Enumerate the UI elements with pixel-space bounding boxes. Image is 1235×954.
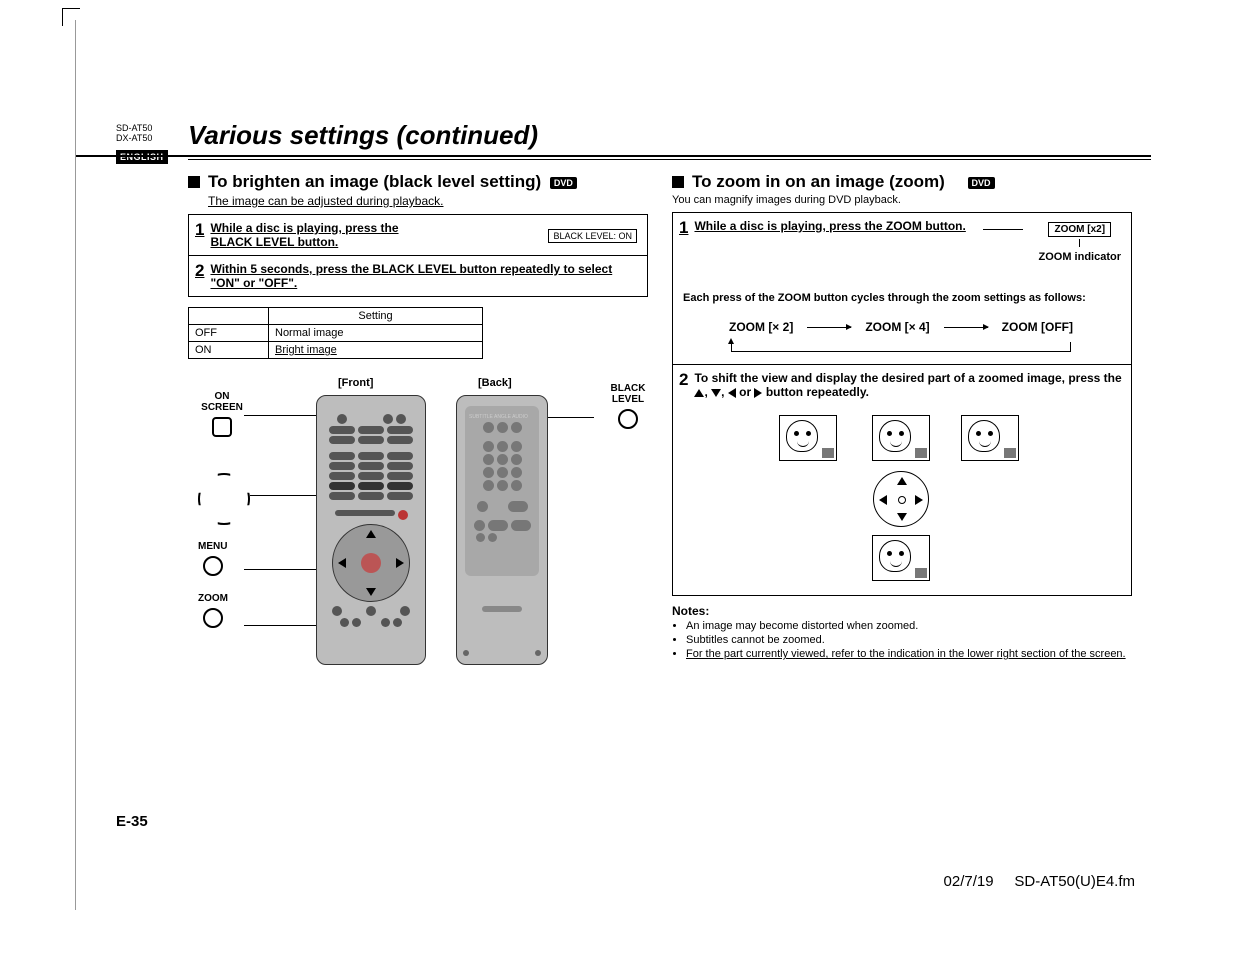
zoom-steps: 1 While a disc is playing, press the ZOO…	[672, 212, 1132, 596]
remote-front	[316, 395, 426, 665]
cycle-c: ZOOM [OFF]	[1002, 320, 1073, 334]
heading-text: To zoom in on an image (zoom)	[692, 172, 945, 191]
notes-list: An image may become distorted when zoome…	[674, 620, 1132, 660]
square-bullet-icon	[672, 176, 684, 188]
zoom-indicator-box: ZOOM [x2]	[1048, 222, 1111, 237]
footer: 02/7/19 SD-AT50(U)E4.fm	[944, 873, 1135, 890]
settings-header: Setting	[269, 308, 483, 325]
step-number: 2	[195, 262, 204, 279]
section-heading-zoom: To zoom in on an image (zoom) DVD	[672, 172, 1132, 192]
manual-page: SD-AT50 DX-AT50 ENGLISH Various settings…	[75, 20, 1175, 910]
zoom-step-1-text: While a disc is playing, press the ZOOM …	[694, 219, 994, 236]
dpad-center-icon	[873, 471, 929, 527]
thumb-right	[961, 415, 1019, 461]
black-level-steps: 1 While a disc is playing, press the BLA…	[188, 214, 648, 297]
square-bullet-icon	[188, 176, 200, 188]
table-row: OFF Normal image	[189, 325, 483, 342]
page-number: E-35	[116, 813, 148, 830]
step-1-text: While a disc is playing, press the BLACK…	[210, 221, 440, 249]
thumb-up	[872, 415, 930, 461]
on-screen-button-icon	[212, 417, 232, 437]
shift-diagram	[761, 415, 1041, 585]
back-label: [Back]	[478, 377, 512, 389]
zoom-indicator: ZOOM [x2] ZOOM indicator	[1039, 221, 1122, 263]
cycle-b: ZOOM [× 4]	[865, 320, 929, 334]
cycle-a: ZOOM [× 2]	[729, 320, 793, 334]
footer-date: 02/7/19	[944, 873, 994, 890]
cycle-loop-icon	[731, 342, 1071, 352]
section-heading-black-level: To brighten an image (black level settin…	[188, 172, 648, 192]
on-screen-callout: ON SCREEN	[198, 391, 246, 441]
dvd-badge: DVD	[550, 177, 577, 189]
remote-back: SUBTITLE ANGLE AUDIO	[456, 395, 548, 665]
thumb-down	[872, 535, 930, 581]
zoom-subline: You can magnify images during DVD playba…	[672, 194, 1132, 206]
note-item: For the part currently viewed, refer to …	[686, 648, 1132, 660]
up-arrow-icon	[694, 389, 704, 397]
black-level-display: BLACK LEVEL: ON	[548, 229, 637, 243]
zoom-step-1: 1 While a disc is playing, press the ZOO…	[673, 213, 1131, 364]
page-header: Various settings (continued)	[76, 20, 1151, 157]
left-column: To brighten an image (black level settin…	[188, 168, 648, 677]
remote-diagram: [Front] [Back] ON SCREEN MENU ZOOM	[188, 377, 648, 677]
arrow-right-icon	[944, 327, 988, 328]
right-column: To zoom in on an image (zoom) DVD You ca…	[672, 168, 1132, 677]
thumb-left	[779, 415, 837, 461]
dvd-badge: DVD	[968, 177, 995, 189]
black-level-subline: The image can be adjusted during playbac…	[208, 194, 648, 208]
heading-text: To brighten an image (black level settin…	[208, 172, 541, 191]
zoom-cycle: ZOOM [× 2] ZOOM [× 4] ZOOM [OFF]	[679, 320, 1123, 334]
arrow-right-icon	[807, 327, 851, 328]
zoom-step-2-text: To shift the view and display the desire…	[694, 371, 1123, 399]
menu-callout: MENU	[198, 541, 227, 580]
step-number: 1	[195, 221, 204, 238]
zoom-callout: ZOOM	[198, 593, 228, 632]
step-number: 1	[679, 219, 688, 236]
down-arrow-icon	[711, 389, 721, 397]
note-item: Subtitles cannot be zoomed.	[686, 634, 1132, 646]
zoom-indicator-label: ZOOM indicator	[1039, 251, 1122, 263]
step-1: 1 While a disc is playing, press the BLA…	[189, 215, 647, 255]
dpad-icon	[198, 473, 250, 525]
cycle-intro: Each press of the ZOOM button cycles thr…	[683, 292, 1119, 304]
front-label: [Front]	[338, 377, 373, 389]
settings-table: Setting OFF Normal image ON Bright image	[188, 307, 483, 359]
step-number: 2	[679, 371, 688, 399]
zoom-step-2: 2 To shift the view and display the desi…	[673, 364, 1131, 595]
footer-file: SD-AT50(U)E4.fm	[1014, 873, 1135, 890]
page-title: Various settings (continued)	[188, 120, 1151, 151]
step-2-text: Within 5 seconds, press the BLACK LEVEL …	[210, 262, 639, 290]
note-item: An image may become distorted when zoome…	[686, 620, 1132, 632]
menu-button-icon	[203, 556, 223, 576]
notes-heading: Notes:	[672, 604, 1132, 618]
black-level-button-icon	[618, 409, 638, 429]
dpad-callout	[198, 467, 250, 531]
table-row: ON Bright image	[189, 342, 483, 359]
step-2: 2 Within 5 seconds, press the BLACK LEVE…	[189, 255, 647, 296]
zoom-button-icon	[203, 608, 223, 628]
black-level-callout: BLACK LEVEL	[602, 383, 654, 433]
left-arrow-icon	[728, 388, 736, 398]
